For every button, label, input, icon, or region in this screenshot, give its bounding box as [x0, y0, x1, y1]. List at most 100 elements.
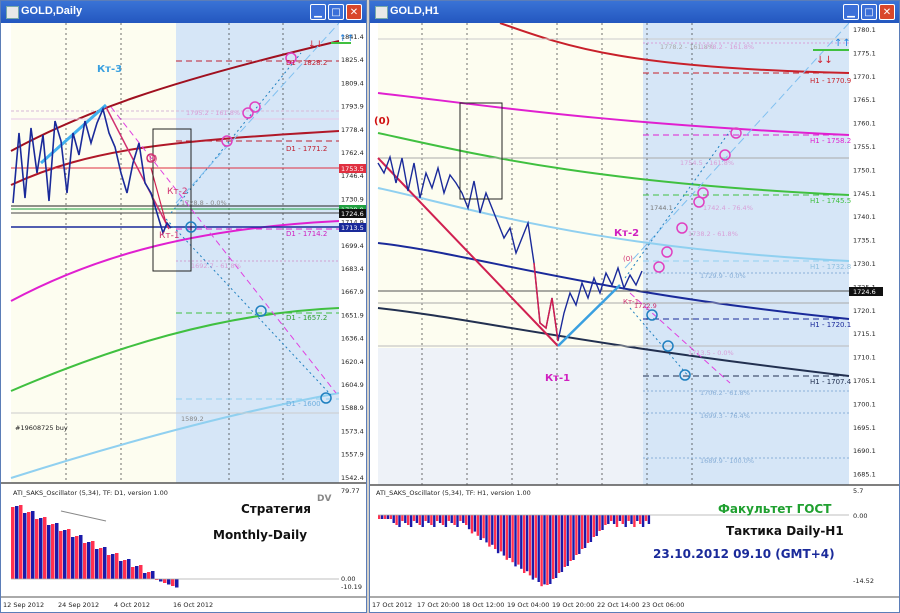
oscillator-bar — [175, 579, 179, 588]
maximize-button[interactable]: □ — [328, 4, 344, 20]
x-tick: 12 Sep 2012 — [3, 601, 44, 609]
title-bar[interactable]: GOLD,Daily ▁ □ ✕ — [1, 1, 366, 23]
oscillator-bar — [409, 515, 413, 527]
oscillator-bar — [444, 515, 448, 527]
oscillator-bar — [575, 515, 578, 555]
y-tick: 1770.1 — [853, 73, 876, 81]
x-tick: 17 Oct 2012 — [372, 601, 412, 609]
price-chart[interactable]: ↑↑ ↓↓ (0) Кт-2 Кт-1 Кт-1 (0) H1 - 1770.9… — [370, 22, 899, 612]
x-tick: 19 Oct 20:00 — [552, 601, 594, 609]
oscillator-bar — [389, 515, 392, 519]
level-label: D1 - 1714.2 — [286, 230, 327, 238]
oscillator-bar — [63, 530, 67, 579]
oscillator-bar — [549, 515, 552, 584]
oscillator-bar — [485, 515, 488, 543]
y-tick: 1651.9 — [341, 311, 364, 319]
oscillator-bar — [523, 515, 526, 573]
oscillator-bar — [380, 515, 384, 519]
oscillator-bar — [436, 515, 439, 521]
oscillator-bar — [87, 542, 91, 579]
close-button[interactable]: ✕ — [879, 4, 895, 20]
svg-text:↑↑: ↑↑ — [834, 38, 851, 49]
oscillator-bar — [502, 515, 506, 556]
dv-label: DV — [317, 494, 331, 504]
close-button[interactable]: ✕ — [346, 4, 362, 20]
y-tick: 1809.4 — [341, 79, 364, 87]
oscillator-bar — [404, 515, 407, 523]
oscillator-bar — [525, 515, 529, 572]
oscillator-bar — [572, 515, 575, 560]
level-label: H1 - 1745.5 — [810, 197, 851, 205]
osc-max: 79.77 — [341, 487, 360, 495]
oscillator-bar — [621, 515, 624, 524]
oscillator-bar — [433, 515, 436, 527]
osc-max: 5.7 — [853, 487, 863, 495]
oscillator-bar — [407, 515, 410, 525]
y-tick: 1700.1 — [853, 400, 876, 408]
zero-small-label: (0) — [623, 255, 633, 263]
oscillator-title: ATI_SAKS_Oscillator (5,34), TF: D1, vers… — [13, 489, 168, 497]
oscillator-bar — [639, 515, 642, 524]
minimize-button[interactable]: ▁ — [843, 4, 859, 20]
oscillator-bar — [79, 535, 83, 579]
y-tick: 1636.4 — [341, 335, 364, 343]
y-tick: 1604.9 — [341, 381, 364, 389]
fib-label: 1699.3 - 76.4% — [700, 412, 750, 420]
level-label: H1 - 1732.8 — [810, 263, 851, 271]
zero-label: (0) — [374, 116, 390, 127]
oscillator-bar — [552, 515, 555, 579]
y-tick: 1667.9 — [341, 288, 364, 296]
chart-window-h1[interactable]: GOLD,H1 ▁ □ ✕ ↑↑ ↓↓ (0) Кт-2 Кт-1 Кт-1 (… — [369, 0, 900, 613]
oscillator-bar — [488, 515, 491, 547]
price-chart[interactable]: 1841.4 1825.4 1809.4 1793.9 1778.4 1762.4 1746… — [1, 22, 366, 612]
oscillator-bar — [496, 515, 500, 554]
fib-label: 1778.2 - 161.8% — [700, 43, 754, 51]
x-tick: 18 Oct 12:00 — [462, 601, 504, 609]
y-tick: 1746.4 — [341, 172, 364, 180]
oscillator-bar — [395, 515, 398, 525]
oscillator-bar — [618, 515, 622, 521]
wave-label-kt3: Кт-3 — [97, 64, 122, 75]
oscillator-bar — [59, 531, 63, 579]
fib-label: 1689.9 - 100.0% — [700, 457, 754, 465]
fib-label: 1706.2 - 61.8% — [700, 389, 750, 397]
oscillator-bar — [612, 515, 616, 524]
oscillator-bar — [139, 565, 143, 579]
h1-chart-svg: ↑↑ ↓↓ (0) Кт-2 Кт-1 Кт-1 (0) H1 - 1770.9… — [370, 22, 899, 609]
oscillator-bar — [546, 515, 549, 585]
maximize-button[interactable]: □ — [861, 4, 877, 20]
level-label: D1 - 1657.2 — [286, 314, 327, 322]
window-title: GOLD,Daily — [21, 5, 83, 17]
oscillator-bar — [624, 515, 627, 527]
minimize-button[interactable]: ▁ — [310, 4, 326, 20]
price-tag-label: 1724.6 — [853, 288, 876, 296]
level-label: H1 - 1707.4 — [810, 378, 852, 386]
x-tick: 22 Oct 14:00 — [597, 601, 639, 609]
chart-window-daily[interactable]: GOLD,Daily ▁ □ ✕ 1841.4 1825.4 1809.4 1793.… — [0, 0, 367, 613]
y-tick: 1705.1 — [853, 377, 876, 385]
osc-min: -14.52 — [853, 577, 874, 585]
level-label: D1 - 1771.2 — [286, 145, 327, 153]
oscillator-bar — [647, 515, 651, 524]
window-title: GOLD,H1 — [390, 5, 439, 17]
oscillator-bar — [610, 515, 613, 521]
oscillator-bar — [71, 537, 75, 579]
chart-icon — [375, 6, 388, 19]
oscillator-bar — [598, 515, 601, 531]
oscillator-bar — [75, 536, 79, 579]
oscillator-bar — [583, 515, 587, 548]
oscillator-bar — [470, 515, 474, 534]
level-label: H1 - 1758.2 — [810, 137, 851, 145]
daily-chart-svg: 1841.41825.41809.41793.91778.41762.41746… — [1, 22, 366, 609]
y-tick: 1715.1 — [853, 330, 876, 338]
oscillator-bar — [633, 515, 636, 527]
oscillator-bar — [644, 515, 648, 521]
osc-min: -10.19 — [341, 583, 362, 591]
oscillator-bar — [627, 515, 630, 521]
y-tick: 1762.4 — [341, 149, 364, 157]
fib-label: 1722.9 — [634, 302, 657, 310]
oscillator-bar — [537, 515, 540, 582]
level-label: H1 - 1720.1 — [810, 321, 851, 329]
title-bar[interactable]: GOLD,H1 ▁ □ ✕ — [370, 1, 899, 23]
oscillator-bar — [135, 566, 139, 579]
